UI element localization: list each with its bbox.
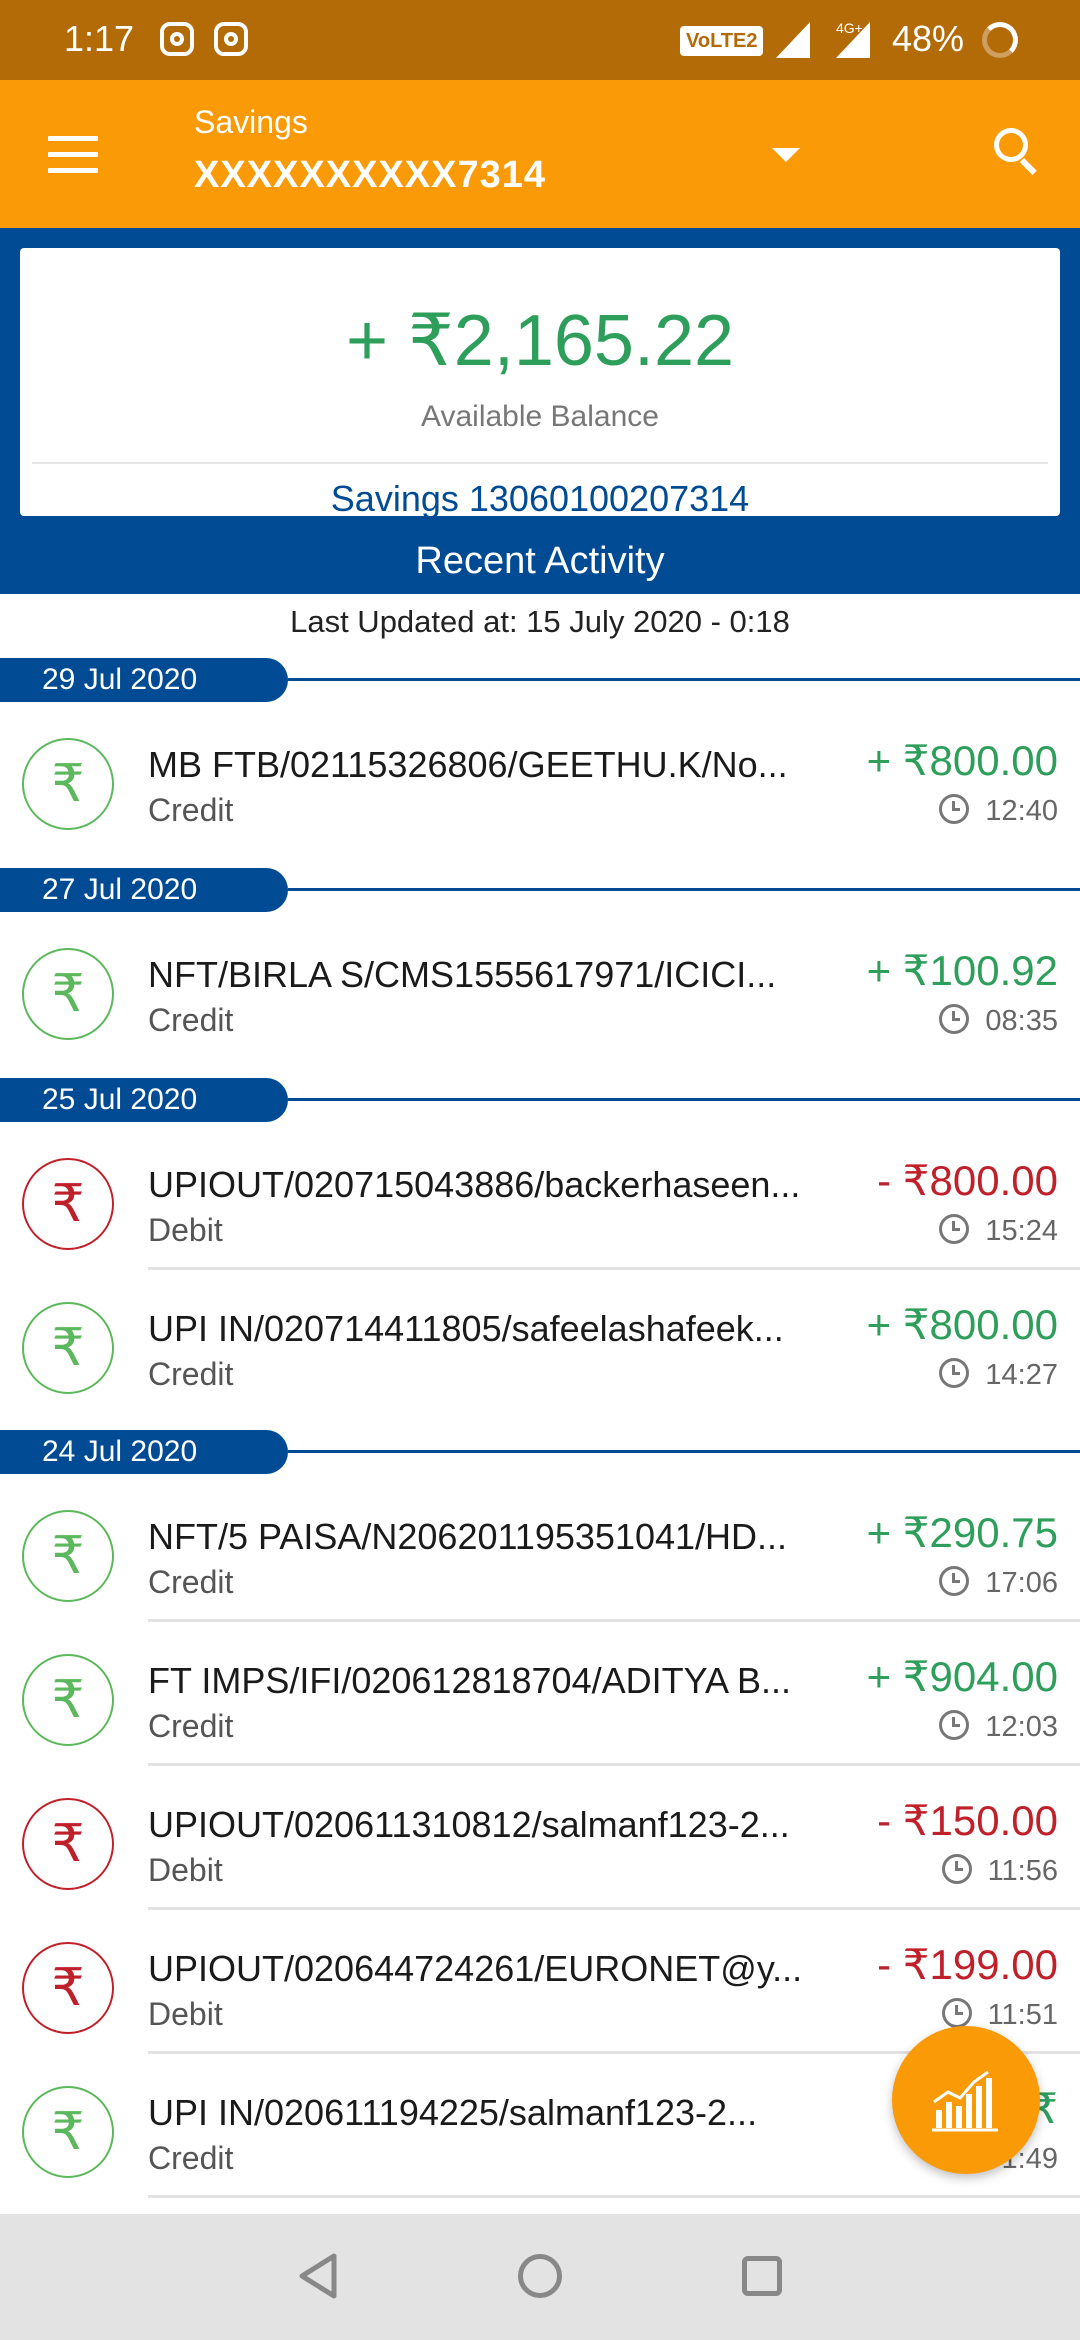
analytics-fab[interactable]	[892, 2026, 1040, 2174]
clock-icon	[941, 1998, 972, 2028]
date-header: 24 Jul 2020	[0, 1430, 1080, 1474]
date-label: 25 Jul 2020	[0, 1078, 288, 1122]
transaction-type: Credit	[148, 1356, 234, 1392]
rupee-icon: ₹	[22, 738, 114, 830]
clock-icon	[939, 1566, 970, 1596]
clock-icon	[941, 1854, 972, 1884]
transaction-row[interactable]: ₹ MB FTB/02115326806/GEETHU.K/No... Cred…	[0, 706, 1080, 850]
transaction-time: 11:56	[941, 1854, 1058, 1888]
rupee-icon: ₹	[22, 1798, 114, 1890]
account-type: Savings	[194, 104, 308, 140]
signal-icon	[836, 22, 870, 58]
transaction-row[interactable]: ₹ NFT/5 PAISA/N206201195351041/HD... Cre…	[0, 1478, 1080, 1622]
rupee-icon: ₹	[22, 1510, 114, 1602]
last-updated-text: Last Updated at: 15 July 2020 - 0:18	[290, 604, 790, 639]
date-label: 29 Jul 2020	[0, 658, 288, 702]
transaction-time: 17:06	[939, 1566, 1058, 1600]
rupee-icon: ₹	[22, 2086, 114, 2178]
date-header: 29 Jul 2020	[0, 658, 1080, 702]
transaction-type: Credit	[148, 1708, 234, 1744]
status-time: 1:17	[64, 18, 135, 59]
transaction-time: 12:40	[939, 794, 1058, 828]
transaction-amount: + ₹100.92	[866, 947, 1058, 994]
transaction-amount: + ₹290.75	[866, 1509, 1058, 1556]
date-label: 24 Jul 2020	[0, 1430, 288, 1474]
transaction-description: NFT/BIRLA S/CMS1555617971/ICICI...	[148, 954, 777, 995]
available-balance-label: Available Balance	[421, 400, 659, 433]
instagram-icon	[160, 22, 194, 56]
transaction-time: 08:35	[939, 1004, 1058, 1038]
transaction-amount: - ₹800.00	[877, 1157, 1058, 1204]
transaction-type: Debit	[148, 1852, 223, 1888]
rupee-icon: ₹	[22, 1302, 114, 1394]
back-icon[interactable]	[296, 2252, 340, 2300]
rupee-icon: ₹	[22, 1158, 114, 1250]
account-number: XXXXXXXXXX7314	[194, 154, 546, 196]
transaction-amount: + ₹800.00	[866, 737, 1058, 784]
transaction-description: UPIOUT/020644724261/EURONET@y...	[148, 1948, 803, 1989]
clock-icon	[939, 794, 970, 824]
search-icon[interactable]	[994, 128, 1042, 178]
home-icon[interactable]	[518, 2254, 562, 2298]
transaction-amount: - ₹150.00	[877, 1797, 1058, 1844]
transaction-type: Credit	[148, 1002, 234, 1038]
balance-section: + ₹2,165.22 Available Balance Savings 13…	[0, 228, 1080, 594]
available-balance-amount: + ₹2,165.22	[345, 301, 735, 381]
clock-icon	[939, 1710, 970, 1740]
recents-icon[interactable]	[742, 2256, 782, 2296]
rupee-icon: ₹	[22, 948, 114, 1040]
transaction-row[interactable]: ₹ UPI IN/020714411805/safeelashafeek... …	[0, 1270, 1080, 1414]
transaction-amount: + ₹904.00	[866, 1653, 1058, 1700]
menu-icon[interactable]	[48, 136, 98, 173]
transaction-description: UPI IN/020714411805/safeelashafeek...	[148, 1308, 784, 1349]
date-header: 27 Jul 2020	[0, 868, 1080, 912]
transaction-type: Credit	[148, 2140, 234, 2176]
transaction-description: MB FTB/02115326806/GEETHU.K/No...	[148, 744, 788, 785]
transaction-description: UPIOUT/020715043886/backerhaseen...	[148, 1164, 801, 1205]
transaction-time: 14:27	[939, 1358, 1058, 1392]
transaction-row[interactable]: ₹ UPIOUT/020611310812/salmanf123-2... De…	[0, 1766, 1080, 1910]
date-header: 25 Jul 2020	[0, 1078, 1080, 1122]
clock-icon	[939, 1004, 970, 1034]
transaction-type: Credit	[148, 1564, 234, 1600]
chevron-down-icon[interactable]	[772, 148, 800, 162]
instagram-icon	[214, 22, 248, 56]
account-link[interactable]: Savings 13060100207314	[20, 478, 1060, 520]
app-bar: Savings XXXXXXXXXX7314	[0, 80, 1080, 228]
system-nav-bar	[0, 2214, 1080, 2340]
volte-badge: VoLTE2	[680, 26, 764, 56]
transaction-description: UPI IN/020611194225/salmanf123-2...	[148, 2092, 758, 2133]
transaction-description: UPIOUT/020611310812/salmanf123-2...	[148, 1804, 790, 1845]
transaction-row[interactable]: ₹ NFT/BIRLA S/CMS1555617971/ICICI... Cre…	[0, 916, 1080, 1060]
transaction-amount: - ₹199.00	[877, 1941, 1058, 1988]
balance-card[interactable]: + ₹2,165.22 Available Balance Savings 13…	[20, 248, 1060, 519]
battery-icon	[982, 22, 1018, 58]
transaction-description: NFT/5 PAISA/N206201195351041/HD...	[148, 1516, 788, 1557]
battery-percent: 48%	[892, 18, 965, 59]
date-label: 27 Jul 2020	[0, 868, 288, 912]
transaction-description: FT IMPS/IFI/020612818704/ADITYA B...	[148, 1660, 791, 1701]
transaction-time: 12:03	[939, 1710, 1058, 1744]
rupee-icon: ₹	[22, 1942, 114, 2034]
divider	[32, 462, 1048, 464]
transaction-time: 15:24	[939, 1214, 1058, 1248]
transaction-row[interactable]: ₹ UPIOUT/020715043886/backerhaseen... De…	[0, 1126, 1080, 1270]
transaction-amount: + ₹800.00	[866, 1301, 1058, 1348]
recent-activity-title: Recent Activity	[415, 540, 665, 582]
signal-icon	[776, 22, 810, 58]
rupee-icon: ₹	[22, 1654, 114, 1746]
transaction-row[interactable]: ₹ FT IMPS/IFI/020612818704/ADITYA B... C…	[0, 1622, 1080, 1766]
divider	[148, 2195, 1080, 2198]
analytics-chart-icon	[932, 2070, 998, 2132]
status-bar: 1:17 VoLTE2 4G+ 48%	[0, 0, 1080, 80]
clock-icon	[939, 1358, 970, 1388]
transaction-row[interactable]: ₹ UPIOUT/020644724261/EURONET@y... Debit…	[0, 1910, 1080, 2054]
transaction-type: Credit	[148, 792, 234, 828]
clock-icon	[939, 1214, 970, 1244]
transaction-type: Debit	[148, 1996, 223, 2032]
transaction-type: Debit	[148, 1212, 223, 1248]
